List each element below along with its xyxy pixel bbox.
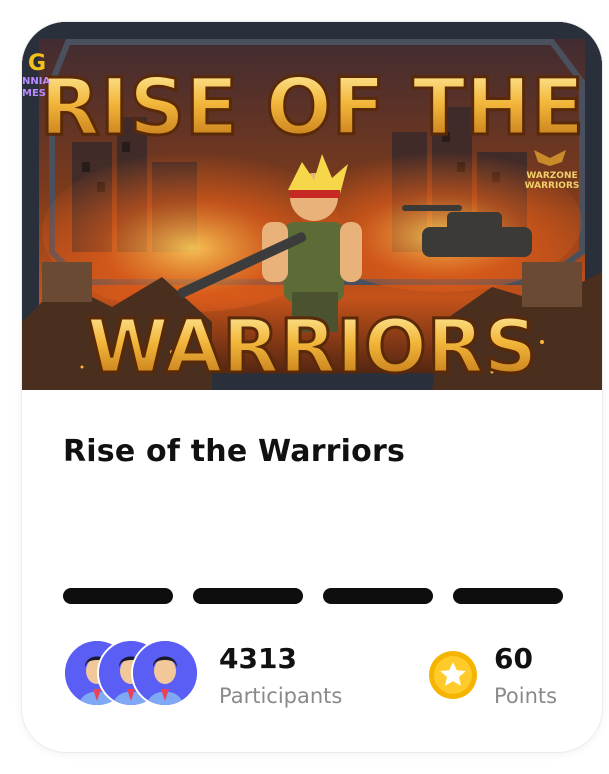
person-avatar-icon bbox=[131, 639, 199, 707]
svg-text:MES: MES bbox=[22, 88, 46, 99]
progress-segment bbox=[323, 588, 433, 604]
progress-segment bbox=[453, 588, 563, 604]
progress-bar bbox=[63, 588, 563, 604]
game-banner-image: RISE OF THE WARRIORS G NNIA MES WARZONE … bbox=[22, 22, 602, 390]
participant-avatars[interactable] bbox=[63, 639, 203, 707]
game-card[interactable]: RISE OF THE WARRIORS G NNIA MES WARZONE … bbox=[22, 22, 602, 752]
svg-text:G: G bbox=[28, 51, 46, 76]
participants-count: 4313 bbox=[219, 642, 297, 675]
svg-text:NNIA: NNIA bbox=[22, 76, 50, 87]
banner-headline-top: RISE OF THE bbox=[40, 63, 584, 153]
svg-text:WARZONE: WARZONE bbox=[526, 171, 577, 181]
points-label: Points bbox=[494, 684, 558, 708]
banner-artwork: RISE OF THE WARRIORS G NNIA MES WARZONE … bbox=[22, 22, 602, 390]
progress-segment bbox=[193, 588, 303, 604]
game-title: Rise of the Warriors bbox=[63, 434, 406, 469]
progress-segment bbox=[63, 588, 173, 604]
points-value: 60 bbox=[494, 642, 533, 675]
star-coin-icon bbox=[428, 650, 478, 700]
participants-label: Participants bbox=[219, 684, 343, 708]
svg-text:WARRIORS: WARRIORS bbox=[525, 181, 580, 191]
banner-headline-bottom: WARRIORS bbox=[87, 304, 537, 390]
